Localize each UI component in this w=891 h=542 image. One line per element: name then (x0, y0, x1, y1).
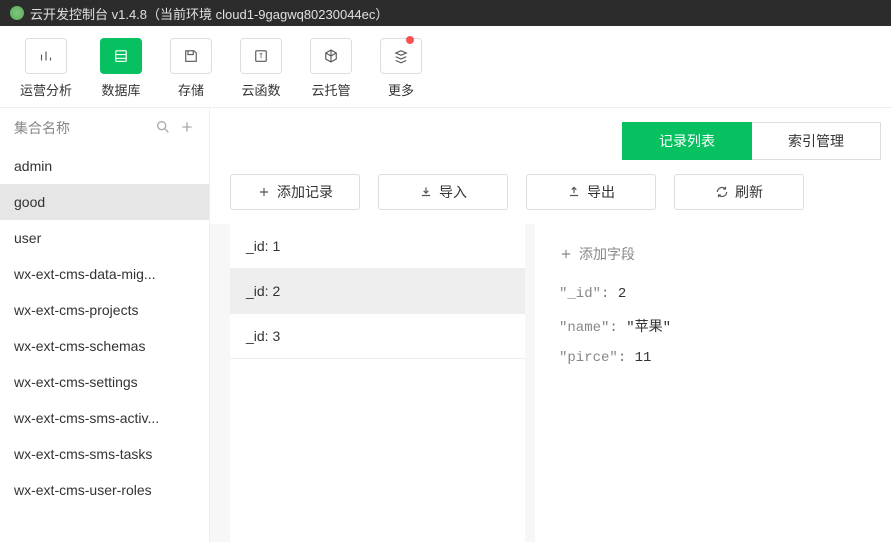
add-field-button[interactable]: 添加字段 (559, 244, 867, 264)
add-collection-icon[interactable] (179, 119, 195, 138)
collection-item[interactable]: user (0, 220, 209, 256)
collection-item[interactable]: wx-ext-cms-user-roles (0, 472, 209, 508)
refresh-button[interactable]: 刷新 (674, 174, 804, 210)
app-icon (10, 6, 24, 20)
doc-field[interactable]: "name": "苹果" (559, 316, 867, 336)
layers-icon (392, 47, 410, 65)
add-record-button[interactable]: 添加记录 (230, 174, 360, 210)
plus-icon (257, 185, 271, 199)
nav-more[interactable]: 更多 (380, 38, 422, 99)
function-icon (252, 47, 270, 65)
nav-label: 更多 (388, 80, 414, 99)
record-row[interactable]: _id: 1 (230, 224, 525, 269)
plus-icon (559, 247, 573, 261)
nav-label: 云托管 (312, 80, 351, 99)
button-label: 导入 (439, 182, 467, 202)
sidebar-header: 集合名称 (0, 108, 209, 148)
tab-indexes[interactable]: 索引管理 (752, 122, 881, 160)
bar-chart-icon (37, 47, 55, 65)
nav-hosting[interactable]: 云托管 (310, 38, 352, 99)
doc-key: "_id" (559, 286, 601, 302)
top-nav: 运营分析 数据库 存储 云函数 云托管 更多 (0, 26, 891, 108)
nav-analytics[interactable]: 运营分析 (20, 38, 72, 99)
action-bar: 添加记录 导入 导出 刷新 (210, 160, 891, 224)
content-tabs: 记录列表 索引管理 (210, 108, 891, 160)
doc-value: 11 (635, 350, 652, 366)
notification-dot (406, 36, 414, 44)
doc-key: "name" (559, 320, 609, 336)
record-row[interactable]: _id: 3 (230, 314, 525, 359)
doc-field[interactable]: "pirce": 11 (559, 350, 867, 366)
sidebar-header-label: 集合名称 (14, 118, 147, 138)
cube-icon (322, 47, 340, 65)
data-area: _id: 1 _id: 2 _id: 3 添加字段 "_id": 2 "name… (210, 224, 891, 542)
doc-key: "pirce" (559, 350, 618, 366)
collection-item[interactable]: good (0, 184, 209, 220)
nav-label: 运营分析 (20, 80, 72, 99)
collection-item[interactable]: wx-ext-cms-settings (0, 364, 209, 400)
button-label: 刷新 (735, 182, 763, 202)
collection-item[interactable]: wx-ext-cms-projects (0, 292, 209, 328)
collection-item[interactable]: wx-ext-cms-sms-activ... (0, 400, 209, 436)
refresh-icon (715, 185, 729, 199)
tab-records[interactable]: 记录列表 (622, 122, 752, 160)
add-field-label: 添加字段 (579, 244, 635, 264)
record-row[interactable]: _id: 2 (230, 269, 525, 314)
content: 记录列表 索引管理 添加记录 导入 导出 刷新 _id: 1 (210, 108, 891, 542)
titlebar: 云开发控制台 v1.4.8（当前环境 cloud1-9gagwq80230044… (0, 0, 891, 26)
nav-label: 数据库 (102, 80, 141, 99)
search-icon[interactable] (155, 119, 171, 138)
sidebar: 集合名称 admin good user wx-ext-cms-data-mig… (0, 108, 210, 542)
detail-panel: 添加字段 "_id": 2 "name": "苹果" "pirce": 11 (535, 224, 891, 542)
export-button[interactable]: 导出 (526, 174, 656, 210)
collection-item[interactable]: wx-ext-cms-sms-tasks (0, 436, 209, 472)
titlebar-text: 云开发控制台 v1.4.8（当前环境 cloud1-9gagwq80230044… (30, 4, 388, 23)
nav-label: 云函数 (242, 80, 281, 99)
doc-value: "苹果" (626, 320, 671, 336)
collection-item[interactable]: admin (0, 148, 209, 184)
nav-functions[interactable]: 云函数 (240, 38, 282, 99)
doc-field[interactable]: "_id": 2 (559, 286, 867, 302)
upload-icon (567, 185, 581, 199)
nav-database[interactable]: 数据库 (100, 38, 142, 99)
records-panel: _id: 1 _id: 2 _id: 3 (230, 224, 525, 542)
collection-list: admin good user wx-ext-cms-data-mig... w… (0, 148, 209, 542)
doc-value: 2 (618, 286, 626, 302)
save-icon (182, 47, 200, 65)
nav-label: 存储 (178, 80, 204, 99)
import-button[interactable]: 导入 (378, 174, 508, 210)
collection-item[interactable]: wx-ext-cms-schemas (0, 328, 209, 364)
collection-item[interactable]: wx-ext-cms-data-mig... (0, 256, 209, 292)
download-icon (419, 185, 433, 199)
button-label: 添加记录 (277, 182, 333, 202)
nav-storage[interactable]: 存储 (170, 38, 212, 99)
database-icon (112, 47, 130, 65)
button-label: 导出 (587, 182, 615, 202)
